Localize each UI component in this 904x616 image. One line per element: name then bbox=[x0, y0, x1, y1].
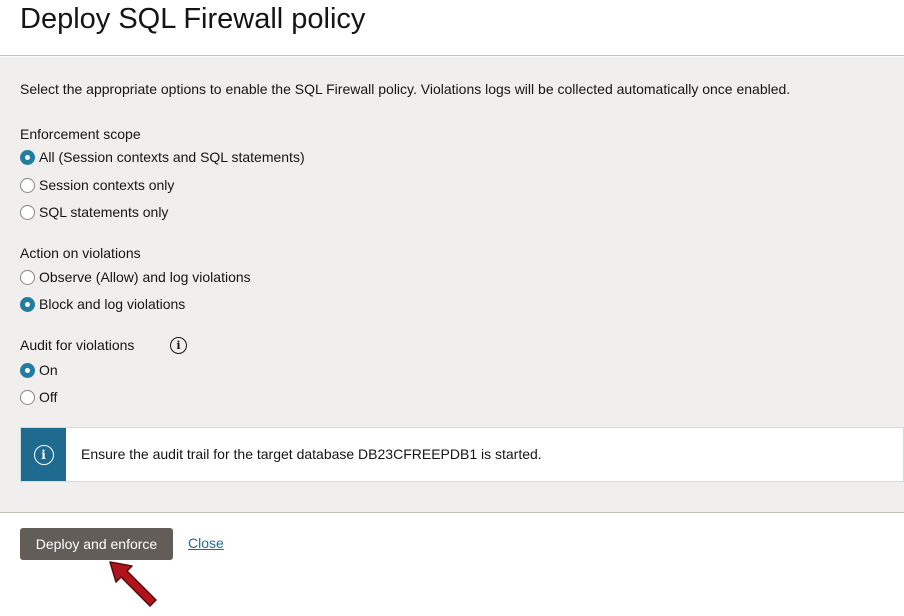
radio-label: Block and log violations bbox=[39, 296, 186, 312]
intro-text: Select the appropriate options to enable… bbox=[20, 81, 791, 97]
deploy-policy-dialog: Deploy SQL Firewall policy Select the ap… bbox=[0, 0, 904, 616]
radio-scope-session-contexts[interactable]: Session contexts only bbox=[20, 175, 174, 195]
radio-label: Off bbox=[39, 389, 58, 405]
radio-label: SQL statements only bbox=[39, 204, 169, 220]
radio-button[interactable] bbox=[20, 389, 35, 405]
radio-audit-on[interactable]: On bbox=[20, 360, 58, 380]
radio-label: Observe (Allow) and log violations bbox=[39, 269, 251, 285]
radio-label: All (Session contexts and SQL statements… bbox=[39, 149, 305, 165]
radio-scope-all[interactable]: All (Session contexts and SQL statements… bbox=[20, 147, 305, 167]
audit-for-violations-label: Audit for violations bbox=[20, 337, 135, 353]
close-link[interactable]: Close bbox=[188, 535, 224, 551]
info-banner: i Ensure the audit trail for the target … bbox=[20, 427, 904, 482]
radio-button-selected[interactable] bbox=[20, 362, 35, 378]
radio-audit-off[interactable]: Off bbox=[20, 387, 57, 407]
radio-button[interactable] bbox=[20, 204, 35, 220]
radio-action-observe[interactable]: Observe (Allow) and log violations bbox=[20, 267, 251, 287]
radio-action-block[interactable]: Block and log violations bbox=[20, 294, 185, 314]
radio-label: On bbox=[39, 362, 58, 378]
dialog-title: Deploy SQL Firewall policy bbox=[20, 3, 366, 35]
info-banner-message: Ensure the audit trail for the target da… bbox=[81, 446, 542, 462]
audit-for-violations-group: Audit for violations i bbox=[20, 337, 200, 355]
info-icon: i bbox=[33, 444, 54, 465]
dialog-header: Deploy SQL Firewall policy bbox=[0, 0, 904, 56]
radio-scope-sql-statements[interactable]: SQL statements only bbox=[20, 202, 168, 222]
action-on-violations-label: Action on violations bbox=[20, 245, 141, 261]
info-banner-accent: i bbox=[21, 428, 66, 481]
enforcement-scope-label: Enforcement scope bbox=[20, 126, 141, 142]
radio-button-selected[interactable] bbox=[20, 296, 35, 312]
radio-label: Session contexts only bbox=[39, 177, 175, 193]
red-arrow-annotation bbox=[109, 561, 157, 607]
dialog-body: Select the appropriate options to enable… bbox=[0, 57, 904, 512]
info-icon[interactable]: i bbox=[170, 337, 187, 354]
deploy-and-enforce-button[interactable]: Deploy and enforce bbox=[20, 528, 173, 560]
radio-button[interactable] bbox=[20, 269, 35, 285]
radio-button-selected[interactable] bbox=[20, 149, 35, 165]
radio-button[interactable] bbox=[20, 177, 35, 193]
